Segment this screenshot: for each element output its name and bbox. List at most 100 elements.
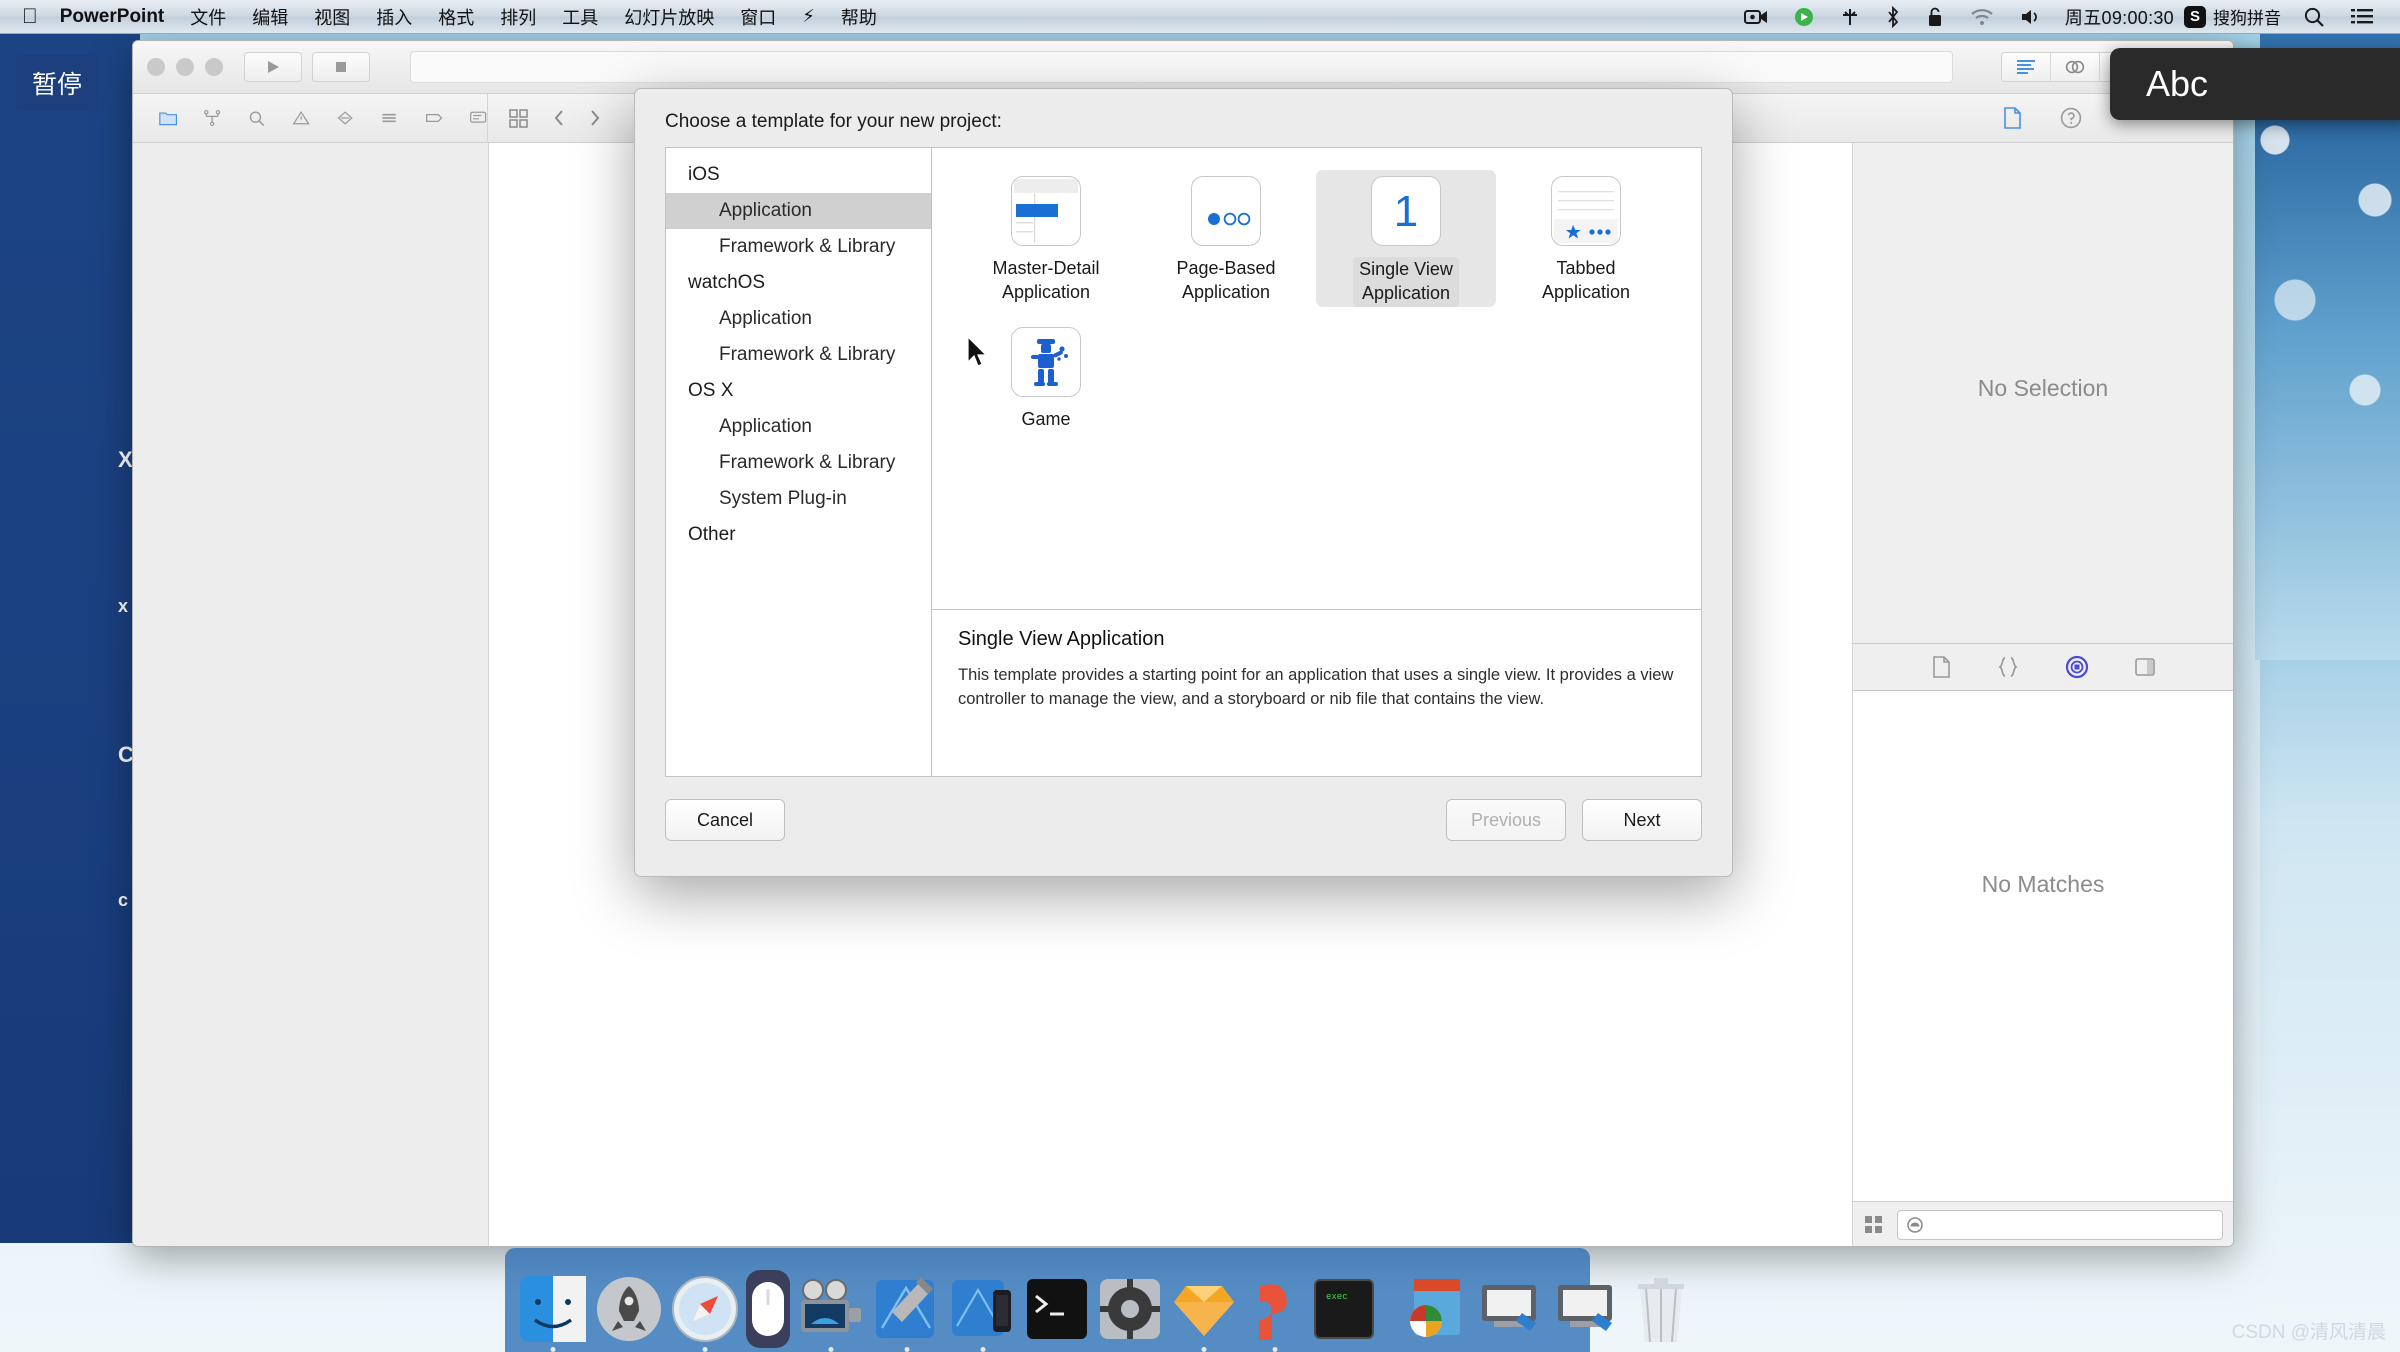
apple-logo-icon[interactable]: 	[0, 6, 54, 27]
template-single-view[interactable]: 1 Single View Application	[1316, 170, 1496, 307]
airplay-icon[interactable]	[1840, 7, 1860, 27]
dock-item-system-preferences[interactable]	[1096, 1270, 1164, 1348]
category-ios-application[interactable]: Application	[666, 193, 931, 229]
watermark: CSDN @清风清晨	[2232, 1317, 2386, 1344]
breakpoint-icon[interactable]	[425, 108, 443, 128]
file-template-library-icon[interactable]	[1930, 655, 1952, 679]
ime-badge-icon[interactable]: S	[2184, 6, 2206, 28]
report-icon[interactable]	[469, 108, 487, 128]
library-search-field[interactable]	[1924, 1216, 2222, 1235]
code-snippet-library-icon[interactable]	[1996, 655, 2020, 679]
xcode-navigator-pane[interactable]	[133, 143, 489, 1247]
description-body: This template provides a starting point …	[958, 664, 1675, 712]
ime-name-label[interactable]: 搜狗拼音	[2213, 4, 2281, 29]
no-selection-label: No Selection	[1853, 375, 2233, 402]
menu-edit[interactable]: 编辑	[239, 4, 301, 30]
menubar-clock[interactable]: 周五09:00:30	[2065, 4, 2174, 30]
no-matches-label: No Matches	[1853, 871, 2233, 898]
dock-item-quicktime[interactable]	[796, 1270, 866, 1348]
menu-format[interactable]: 格式	[425, 4, 487, 30]
menu-view[interactable]: 视图	[301, 4, 363, 30]
notification-center-icon[interactable]	[2351, 8, 2373, 26]
powerpoint-pause-badge[interactable]: 暂停	[16, 55, 98, 111]
dock-item-exec-terminal[interactable]: exec	[1312, 1270, 1376, 1348]
dock-item-terminal[interactable]	[1024, 1270, 1090, 1348]
category-osx-system-plugin[interactable]: System Plug-in	[666, 481, 931, 517]
template-tabbed[interactable]: Tabbed Application	[1496, 170, 1676, 307]
dock-item-mouse-app[interactable]	[746, 1270, 790, 1348]
window-close-button[interactable]	[147, 58, 165, 76]
page-based-icon	[1191, 176, 1261, 246]
file-inspector-icon[interactable]	[2001, 106, 2023, 130]
label-line1: Single View	[1359, 259, 1453, 279]
grid-icon[interactable]	[508, 108, 530, 128]
category-watchos-framework[interactable]: Framework & Library	[666, 337, 931, 373]
category-watchos-application[interactable]: Application	[666, 301, 931, 337]
template-page-based[interactable]: Page-Based Application	[1136, 170, 1316, 307]
media-library-icon[interactable]	[2134, 656, 2156, 678]
volume-icon[interactable]	[2020, 8, 2042, 26]
library-search-input[interactable]	[1897, 1210, 2223, 1240]
category-watchos[interactable]: watchOS	[666, 265, 931, 301]
search-icon[interactable]	[2303, 6, 2325, 28]
test-icon[interactable]	[336, 108, 354, 128]
library-pane: No Matches	[1853, 691, 2233, 1247]
window-minimize-button[interactable]	[176, 58, 194, 76]
update-icon[interactable]	[1794, 7, 1814, 27]
menu-help[interactable]: 帮助	[828, 4, 890, 30]
inspector-pane: No Selection	[1853, 143, 2233, 644]
dock-item-xcode[interactable]	[872, 1270, 942, 1348]
dock-item-sketch[interactable]	[1170, 1270, 1238, 1348]
wifi-icon[interactable]	[1970, 8, 1994, 26]
standard-editor-icon[interactable]	[2002, 53, 2051, 81]
running-indicator	[1202, 1347, 1207, 1352]
folder-icon[interactable]	[159, 108, 177, 128]
menu-window[interactable]: 窗口	[727, 4, 789, 30]
next-button[interactable]: Next	[1582, 799, 1702, 841]
search-icon[interactable]	[248, 108, 266, 128]
lock-icon[interactable]	[1926, 6, 1944, 28]
cancel-button[interactable]: Cancel	[665, 799, 785, 841]
category-ios-framework[interactable]: Framework & Library	[666, 229, 931, 265]
macos-dock: exec	[505, 1248, 1590, 1352]
stop-button[interactable]	[312, 52, 370, 82]
lightning-icon[interactable]: ⚡	[789, 6, 828, 27]
dock-item-finder[interactable]	[518, 1270, 588, 1348]
category-osx[interactable]: OS X	[666, 373, 931, 409]
menu-file[interactable]: 文件	[177, 4, 239, 30]
layout-icon[interactable]	[1863, 1214, 1885, 1236]
debug-icon[interactable]	[380, 108, 398, 128]
template-master-detail[interactable]: Master-Detail Application	[956, 170, 1136, 307]
dock-item-powerpoint-doc[interactable]	[1402, 1270, 1472, 1348]
bluetooth-icon[interactable]	[1886, 6, 1900, 28]
category-osx-application[interactable]: Application	[666, 409, 931, 445]
dock-item-paw[interactable]	[1244, 1270, 1306, 1348]
dock-item-safari[interactable]	[670, 1270, 740, 1348]
menu-arrange[interactable]: 排列	[487, 4, 549, 30]
category-other[interactable]: Other	[666, 517, 931, 553]
window-zoom-button[interactable]	[205, 58, 223, 76]
category-ios[interactable]: iOS	[666, 157, 931, 193]
dock-item-simulator[interactable]	[948, 1270, 1018, 1348]
source-control-icon[interactable]	[203, 108, 221, 128]
menu-tools[interactable]: 工具	[549, 4, 611, 30]
assistant-editor-icon[interactable]	[2051, 53, 2100, 81]
menu-app-name[interactable]: PowerPoint	[54, 6, 178, 28]
quick-help-icon[interactable]	[2059, 106, 2083, 130]
chevron-right-icon[interactable]	[588, 108, 602, 128]
dock-item-launchpad[interactable]	[594, 1270, 664, 1348]
object-library-icon[interactable]	[2064, 654, 2090, 680]
menu-slideshow[interactable]: 幻灯片放映	[611, 4, 727, 30]
screen-record-icon[interactable]	[1744, 8, 1768, 26]
dock-item-screen-share-1[interactable]	[1478, 1270, 1548, 1348]
menu-insert[interactable]: 插入	[363, 4, 425, 30]
dock-item-trash[interactable]	[1630, 1270, 1692, 1348]
run-button[interactable]	[244, 52, 302, 82]
category-osx-framework[interactable]: Framework & Library	[666, 445, 931, 481]
previous-button[interactable]: Previous	[1446, 799, 1566, 841]
warning-icon[interactable]	[292, 108, 310, 128]
template-category-list[interactable]: iOS Application Framework & Library watc…	[666, 148, 932, 776]
dock-item-screen-share-2[interactable]	[1554, 1270, 1624, 1348]
library-selector-bar	[1853, 644, 2233, 691]
chevron-left-icon[interactable]	[552, 108, 566, 128]
